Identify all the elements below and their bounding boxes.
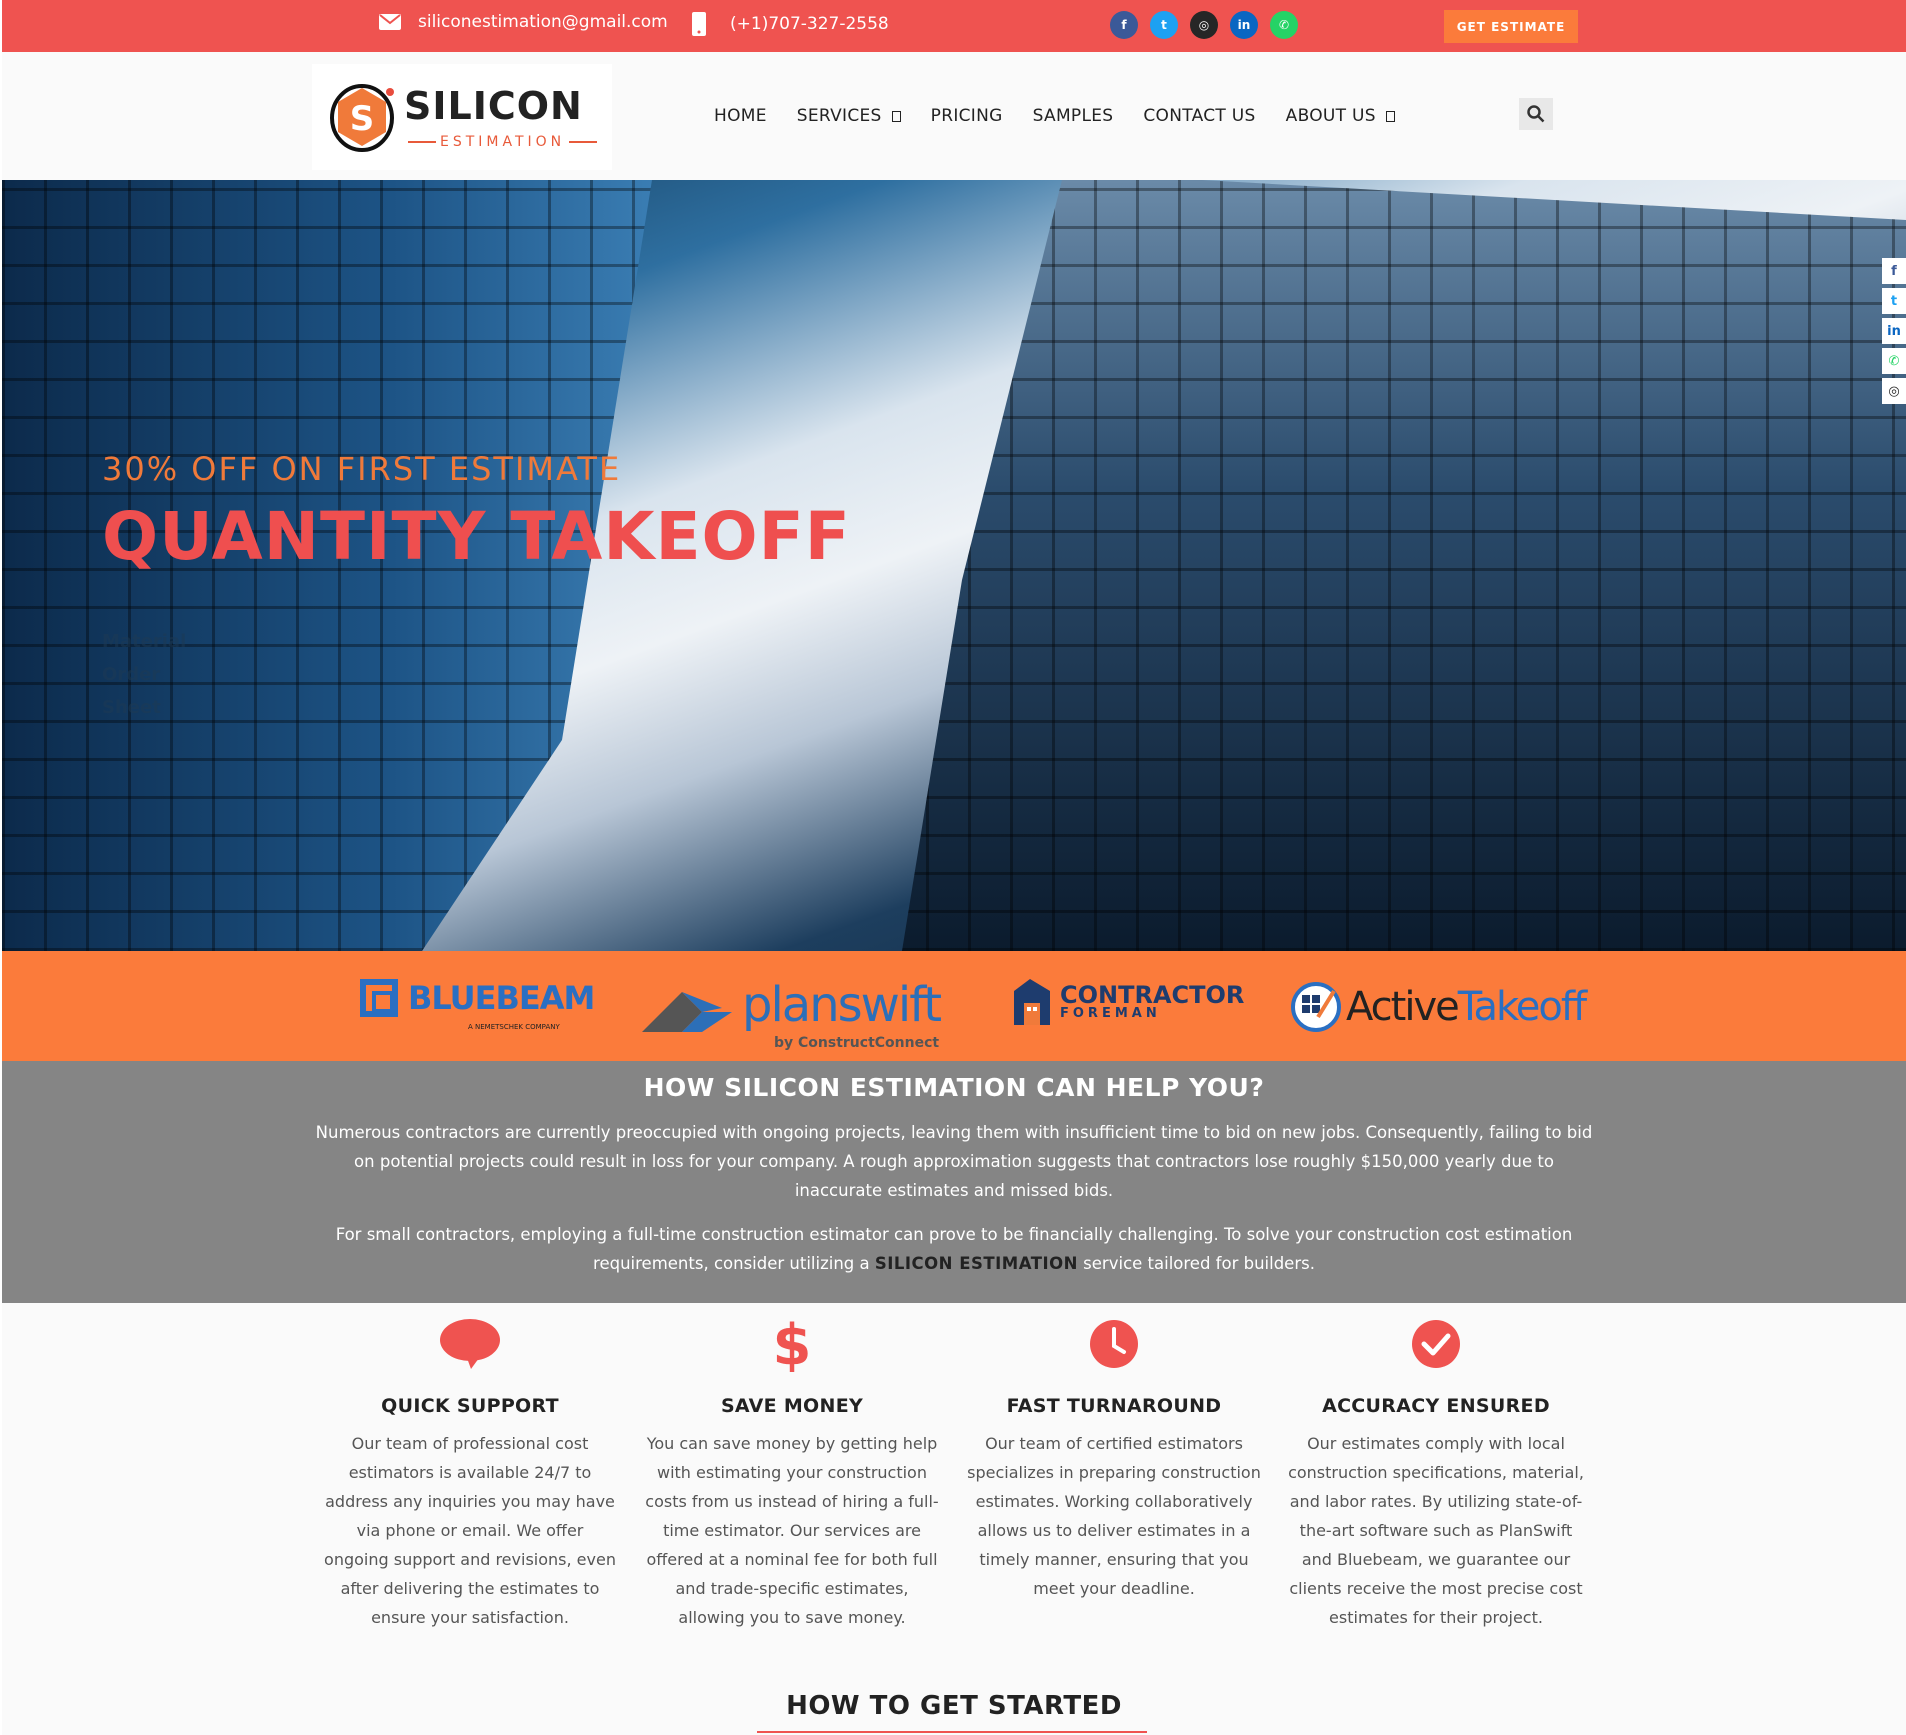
nav-samples-label: SAMPLES [1032,106,1114,126]
chat-bubble-icon [440,1319,500,1369]
feature-title: FAST TURNAROUND [1006,1395,1222,1417]
svg-text:S: S [350,99,375,139]
instagram-icon[interactable]: ◎ [1882,378,1906,404]
feature-title: QUICK SUPPORT [381,1395,559,1417]
main-nav: HOME SERVICES PRICING SAMPLES CONTACT US… [714,106,1425,126]
page: siliconestimation@gmail.com (+1)707-327-… [0,0,1906,1735]
nav-pricing-label: PRICING [930,106,1003,126]
dropdown-caret-icon [891,110,901,122]
dropdown-caret-icon [1385,110,1395,122]
facebook-icon[interactable]: f [1882,258,1906,284]
linkedin-icon[interactable]: in [1230,11,1258,39]
planswift-mark-icon [642,992,732,1032]
features-section: QUICK SUPPORT Our team of professional c… [2,1303,1906,1735]
nav-contact-label: CONTACT US [1143,106,1256,126]
twitter-icon[interactable]: t [1882,288,1906,314]
planswift-logo: planswift by ConstructConnect [642,977,942,1051]
nav-about-label: ABOUT US [1285,106,1376,126]
nav-services-label: SERVICES [796,106,882,126]
feature-title: SAVE MONEY [720,1395,864,1417]
twitter-icon[interactable]: t [1150,11,1178,39]
logo[interactable]: S SILICON ESTIMATION [312,64,612,170]
whatsapp-icon[interactable]: ✆ [1270,11,1298,39]
phone-link[interactable]: (+1)707-327-2558 [692,12,889,36]
nav-about-us[interactable]: ABOUT US [1286,106,1395,126]
logo-text: SILICON [404,84,583,128]
nav-samples[interactable]: SAMPLES [1033,106,1114,126]
feature-quick-support: QUICK SUPPORT Our team of professional c… [320,1303,620,1632]
feature-title: ACCURACY ENSURED [1322,1395,1550,1417]
nav-pricing[interactable]: PRICING [931,106,1003,126]
logo-mark-icon: S [330,84,394,152]
help-section: HOW SILICON ESTIMATION CAN HELP YOU? Num… [2,1061,1906,1303]
activetakeoff-name-a: Active [1346,984,1460,1030]
facebook-icon[interactable]: f [1110,11,1138,39]
check-circle-icon [1412,1320,1460,1368]
contractor-foreman-logo: CONTRACTOR FOREMAN [1010,977,1244,1027]
help-paragraph-1: Numerous contractors are currently preoc… [315,1123,1593,1200]
phone-text: (+1)707-327-2558 [730,14,889,34]
get-started-underline [757,1731,1147,1733]
whatsapp-icon[interactable]: ✆ [1882,348,1906,374]
help-paragraph-2: For small contractors, employing a full-… [312,1220,1596,1278]
linkedin-icon[interactable]: in [1882,318,1906,344]
hero-rotating-text: Material Order Sheet [102,625,186,724]
email-link[interactable]: siliconestimation@gmail.com [378,12,668,32]
planswift-name: planswift [742,977,942,1033]
hero-sub-line: Sheet [102,697,161,718]
floating-share-bar: f t in ✆ ◎ [1882,258,1906,404]
nav-services[interactable]: SERVICES [797,106,901,126]
feature-fast-turnaround: FAST TURNAROUND Our team of certified es… [964,1303,1264,1603]
help-p2-brand: SILICON ESTIMATION [874,1254,1078,1273]
nav-contact-us[interactable]: CONTACT US [1143,106,1255,126]
clock-icon [1090,1320,1138,1368]
activetakeoff-globe-icon [1291,982,1341,1032]
nav-home-label: HOME [714,106,767,126]
feature-icon-wrap: $ [642,1313,942,1375]
bluebeam-mark-icon [360,979,398,1017]
feature-icon-wrap [964,1313,1264,1375]
envelope-icon [379,14,401,30]
hero-sub-line: Material [102,631,187,652]
instagram-icon[interactable]: ◎ [1190,11,1218,39]
logo-subtext: ESTIMATION [404,134,601,150]
help-p2-tail: service tailored for builders. [1077,1254,1315,1273]
email-text: siliconestimation@gmail.com [418,12,668,32]
hero-banner: 30% OFF ON FIRST ESTIMATE QUANTITY TAKEO… [2,180,1906,951]
nav-home[interactable]: HOME [714,106,767,126]
get-started-title: HOW TO GET STARTED [786,1691,1122,1721]
software-partners-strip: BLUEBEAM A NEMETSCHEK COMPANY planswift … [2,951,1906,1061]
feature-text: Our team of certified estimators special… [967,1434,1261,1598]
feature-text: You can save money by getting help with … [645,1434,939,1627]
help-title: HOW SILICON ESTIMATION CAN HELP YOU? [643,1073,1265,1102]
top-bar: siliconestimation@gmail.com (+1)707-327-… [2,0,1906,52]
contractor-name: CONTRACTOR [1060,980,1245,1009]
feature-icon-wrap [1286,1313,1586,1375]
feature-accuracy-ensured: ACCURACY ENSURED Our estimates comply wi… [1286,1303,1586,1632]
dollar-icon: $ [775,1316,809,1372]
hero-title: QUANTITY TAKEOFF [102,498,851,575]
bluebeam-name: BLUEBEAM [408,979,595,1017]
hero-sub-line: Order [102,664,161,685]
get-estimate-button[interactable]: GET ESTIMATE [1444,10,1578,43]
site-header: S SILICON ESTIMATION HOME SERVICES PRICI… [2,52,1906,180]
svg-text:$: $ [775,1316,809,1372]
feature-save-money: $ SAVE MONEY You can save money by getti… [642,1303,942,1632]
mobile-phone-icon [692,12,706,36]
bluebeam-logo: BLUEBEAM A NEMETSCHEK COMPANY [360,979,595,1031]
bluebeam-tagline: A NEMETSCHEK COMPANY [468,1023,560,1031]
planswift-tagline: by ConstructConnect [774,1035,940,1051]
feature-text: Our estimates comply with local construc… [1288,1434,1584,1627]
search-button[interactable] [1519,98,1553,130]
activetakeoff-name-b: Takeoff [1457,984,1587,1030]
feature-icon-wrap [320,1313,620,1375]
social-links: f t ◎ in ✆ [1110,11,1298,39]
logo-subtext-label: ESTIMATION [440,134,566,150]
activetakeoff-logo: ActiveTakeoff [1290,981,1587,1033]
feature-text: Our team of professional cost estimators… [324,1434,616,1627]
contractor-foreman-mark-icon [1014,979,1050,1025]
search-icon [1527,105,1545,123]
hero-kicker: 30% OFF ON FIRST ESTIMATE [102,450,622,488]
